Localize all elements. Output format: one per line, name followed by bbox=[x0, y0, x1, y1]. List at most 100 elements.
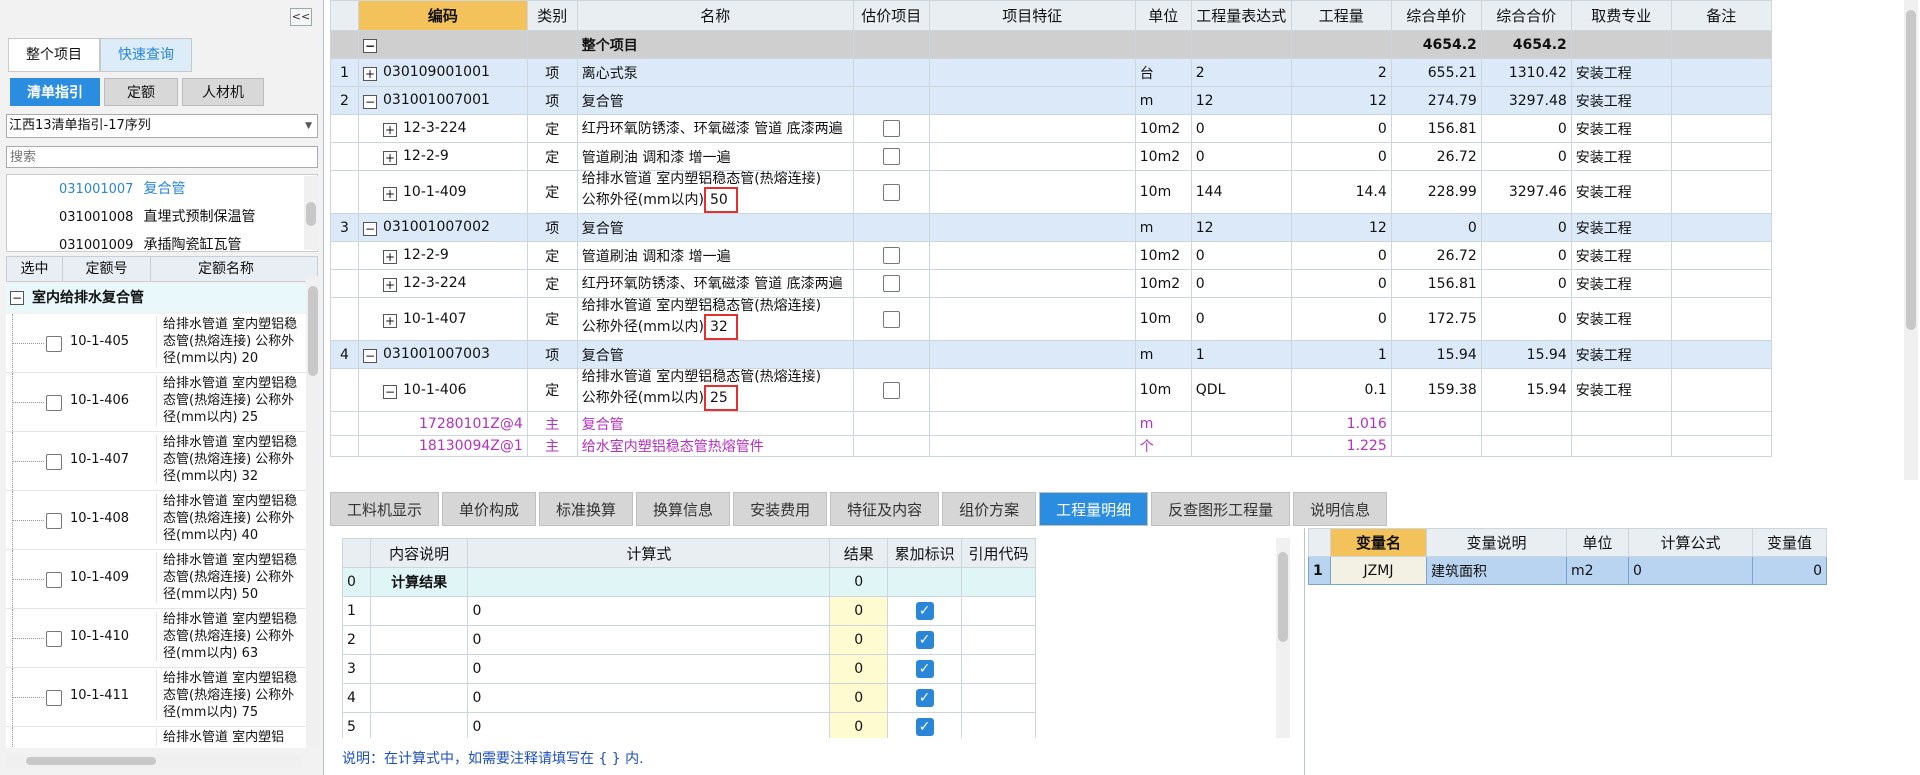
select-checkbox[interactable] bbox=[46, 690, 62, 706]
search-input[interactable] bbox=[6, 146, 318, 168]
tab-labor-material[interactable]: 工料机显示 bbox=[330, 492, 440, 526]
tab-features[interactable]: 特征及内容 bbox=[830, 492, 940, 526]
quota-list-scrollbar[interactable] bbox=[306, 276, 320, 746]
select-checkbox[interactable] bbox=[46, 631, 62, 647]
estimate-checkbox[interactable] bbox=[882, 148, 900, 165]
table-row[interactable]: 2 0 0 ✓ bbox=[342, 625, 1036, 655]
table-row[interactable]: +10-1-407 定 给排水管道 室内塑铝稳态管(热熔连接) 公称外径(mm以内… bbox=[330, 297, 1772, 341]
expand-icon[interactable]: + bbox=[383, 250, 397, 264]
col-unit-price[interactable]: 综合单价 bbox=[1390, 0, 1482, 31]
col-category[interactable]: 类别 bbox=[526, 0, 578, 31]
tab-standard-convert[interactable]: 标准换算 bbox=[539, 492, 634, 526]
col-total-price[interactable]: 综合合价 bbox=[1480, 0, 1572, 31]
expand-icon[interactable]: + bbox=[383, 151, 397, 165]
tab-quick-query[interactable]: 快速查询 bbox=[100, 38, 192, 72]
select-checkbox[interactable] bbox=[46, 572, 62, 588]
collapse-icon[interactable]: − bbox=[10, 291, 24, 305]
collapse-panel-button[interactable]: << bbox=[290, 8, 312, 26]
table-row[interactable]: 1 +030109001001 项 离心式泵 台 2 2 655.21 1310… bbox=[330, 58, 1772, 87]
code-list-scrollbar[interactable] bbox=[304, 176, 318, 250]
select-checkbox[interactable] bbox=[46, 454, 62, 470]
table-row[interactable]: 1 JZMJ 建筑面积 m2 0 0 bbox=[1308, 556, 1827, 585]
collapse-icon[interactable]: − bbox=[383, 384, 397, 399]
table-row-material[interactable]: 17280101Z@4 主 复合管 m 1.016 bbox=[330, 411, 1772, 436]
table-row[interactable]: 10-1-409 给排水管道 室内塑铝稳态管(热熔连接) 公称外径(mm以内) 5… bbox=[6, 550, 306, 609]
col-feature[interactable]: 项目特征 bbox=[928, 0, 1136, 31]
table-row[interactable]: 4 −031001007003 项 复合管 m 1 1 15.94 15.94 … bbox=[330, 340, 1772, 369]
accumulate-checkbox[interactable]: ✓ bbox=[915, 631, 934, 649]
col-unit[interactable]: 单位 bbox=[1134, 0, 1192, 31]
table-row[interactable]: 10-1-411 给排水管道 室内塑铝稳态管(热熔连接) 公称外径(mm以内) 7… bbox=[6, 668, 306, 727]
tab-convert-info[interactable]: 换算信息 bbox=[636, 492, 731, 526]
estimate-checkbox[interactable] bbox=[882, 247, 900, 264]
table-row[interactable]: 5 0 0 ✓ bbox=[342, 712, 1036, 738]
tab-quantity-detail[interactable]: 工程量明细 bbox=[1039, 492, 1149, 526]
table-row[interactable]: +12-3-224 定 红丹环氧防锈漆、环氧磁漆 管道 底漆两遍 10m2 0 … bbox=[330, 114, 1772, 143]
table-row[interactable]: +12-2-9 定 管道刷油 调和漆 增一遍 10m2 0 0 26.72 0 … bbox=[330, 241, 1772, 270]
table-row[interactable]: 10-1-412给排水管道 室内塑铝 bbox=[6, 727, 306, 748]
table-row[interactable]: −10-1-406 定 给排水管道 室内塑铝稳态管(热熔连接) 公称外径(mm以内… bbox=[330, 368, 1772, 412]
table-row[interactable]: +12-3-224 定 红丹环氧防锈漆、环氧磁漆 管道 底漆两遍 10m2 0 … bbox=[330, 269, 1772, 298]
estimate-checkbox[interactable] bbox=[882, 120, 900, 137]
expand-icon[interactable]: + bbox=[363, 67, 377, 81]
col-name[interactable]: 名称 bbox=[576, 0, 854, 31]
list-item[interactable]: 031001007 复合管 bbox=[7, 175, 317, 203]
table-row[interactable]: 10-1-410 给排水管道 室内塑铝稳态管(热熔连接) 公称外径(mm以内) 6… bbox=[6, 609, 306, 668]
table-row[interactable]: 1 0 0 ✓ bbox=[342, 596, 1036, 626]
col-estimate[interactable]: 估价项目 bbox=[852, 0, 930, 31]
tab-unit-price[interactable]: 单价构成 bbox=[442, 492, 537, 526]
calc-scrollbar[interactable] bbox=[1276, 538, 1290, 738]
collapse-icon[interactable]: − bbox=[363, 349, 377, 363]
list-item[interactable]: 031001009 承插陶瓷缸瓦管 bbox=[7, 231, 317, 251]
table-row-material[interactable]: 18130094Z@1 主 给水室内塑铝稳态管热熔管件 个 1.225 bbox=[330, 435, 1772, 457]
table-row[interactable]: 3 −031001007002 项 复合管 m 12 12 0 0 安装工程 bbox=[330, 213, 1772, 242]
tab-whole-project[interactable]: 整个项目 bbox=[8, 38, 100, 72]
library-select[interactable]: 江西13清单指引-17序列 ▼ bbox=[6, 114, 318, 138]
tab-pricing-plan[interactable]: 组价方案 bbox=[942, 492, 1037, 526]
table-row[interactable]: 4 0 0 ✓ bbox=[342, 683, 1036, 713]
table-row-total[interactable]: − 整个项目 4654.2 4654.2 bbox=[330, 30, 1772, 59]
expand-icon[interactable]: + bbox=[383, 123, 397, 137]
quota-list-hscrollbar[interactable] bbox=[6, 754, 302, 768]
table-row[interactable]: 0 计算结果 0 bbox=[342, 567, 1036, 597]
estimate-checkbox[interactable] bbox=[882, 310, 900, 328]
tab-reverse-graphic[interactable]: 反查图形工程量 bbox=[1151, 492, 1291, 526]
col-remark[interactable]: 备注 bbox=[1670, 0, 1772, 31]
quota-group[interactable]: − 室内给排水复合管 bbox=[6, 284, 306, 312]
table-row[interactable]: +12-2-9 定 管道刷油 调和漆 增一遍 10m2 0 0 26.72 0 … bbox=[330, 142, 1772, 171]
accumulate-checkbox[interactable]: ✓ bbox=[915, 718, 934, 736]
table-row[interactable]: 10-1-407 给排水管道 室内塑铝稳态管(热熔连接) 公称外径(mm以内) 3… bbox=[6, 432, 306, 491]
collapse-icon[interactable]: − bbox=[363, 95, 377, 109]
list-item[interactable]: 031001008 直埋式预制保温管 bbox=[7, 203, 317, 231]
table-row[interactable]: 10-1-405 给排水管道 室内塑铝稳态管(热熔连接) 公称外径(mm以内) 2… bbox=[6, 314, 306, 373]
tab-description[interactable]: 说明信息 bbox=[1293, 492, 1388, 526]
col-quantity[interactable]: 工程量 bbox=[1290, 0, 1392, 31]
table-row[interactable]: +10-1-409 定 给排水管道 室内塑铝稳态管(热熔连接) 公称外径(mm以内… bbox=[330, 170, 1772, 214]
col-fee-category[interactable]: 取费专业 bbox=[1570, 0, 1672, 31]
tab-labor-material-machine[interactable]: 人材机 bbox=[182, 78, 264, 106]
grid-scrollbar[interactable] bbox=[1904, 0, 1918, 480]
select-checkbox[interactable] bbox=[46, 336, 62, 352]
table-row[interactable]: 10-1-408 给排水管道 室内塑铝稳态管(热熔连接) 公称外径(mm以内) 4… bbox=[6, 491, 306, 550]
col-expression[interactable]: 工程量表达式 bbox=[1190, 0, 1292, 31]
col-code[interactable]: 编码 bbox=[358, 0, 528, 31]
table-row[interactable]: 10-1-406 给排水管道 室内塑铝稳态管(热熔连接) 公称外径(mm以内) 2… bbox=[6, 373, 306, 432]
tab-bill-guide[interactable]: 清单指引 bbox=[10, 78, 100, 106]
expand-icon[interactable]: + bbox=[383, 186, 397, 201]
estimate-checkbox[interactable] bbox=[882, 381, 900, 399]
tab-install-fee[interactable]: 安装费用 bbox=[733, 492, 828, 526]
table-row[interactable]: 3 0 0 ✓ bbox=[342, 654, 1036, 684]
expand-icon[interactable]: + bbox=[383, 278, 397, 292]
estimate-checkbox[interactable] bbox=[882, 183, 900, 201]
collapse-icon[interactable]: − bbox=[363, 222, 377, 236]
tab-quota[interactable]: 定额 bbox=[104, 78, 178, 106]
table-row[interactable]: 2 −031001007001 项 复合管 m 12 12 274.79 329… bbox=[330, 86, 1772, 115]
select-checkbox[interactable] bbox=[46, 395, 62, 411]
select-checkbox[interactable] bbox=[46, 513, 62, 529]
estimate-checkbox[interactable] bbox=[882, 275, 900, 292]
collapse-icon[interactable]: − bbox=[363, 39, 377, 53]
accumulate-checkbox[interactable]: ✓ bbox=[915, 602, 934, 620]
accumulate-checkbox[interactable]: ✓ bbox=[915, 689, 934, 707]
accumulate-checkbox[interactable]: ✓ bbox=[915, 660, 934, 678]
expand-icon[interactable]: + bbox=[383, 313, 397, 328]
